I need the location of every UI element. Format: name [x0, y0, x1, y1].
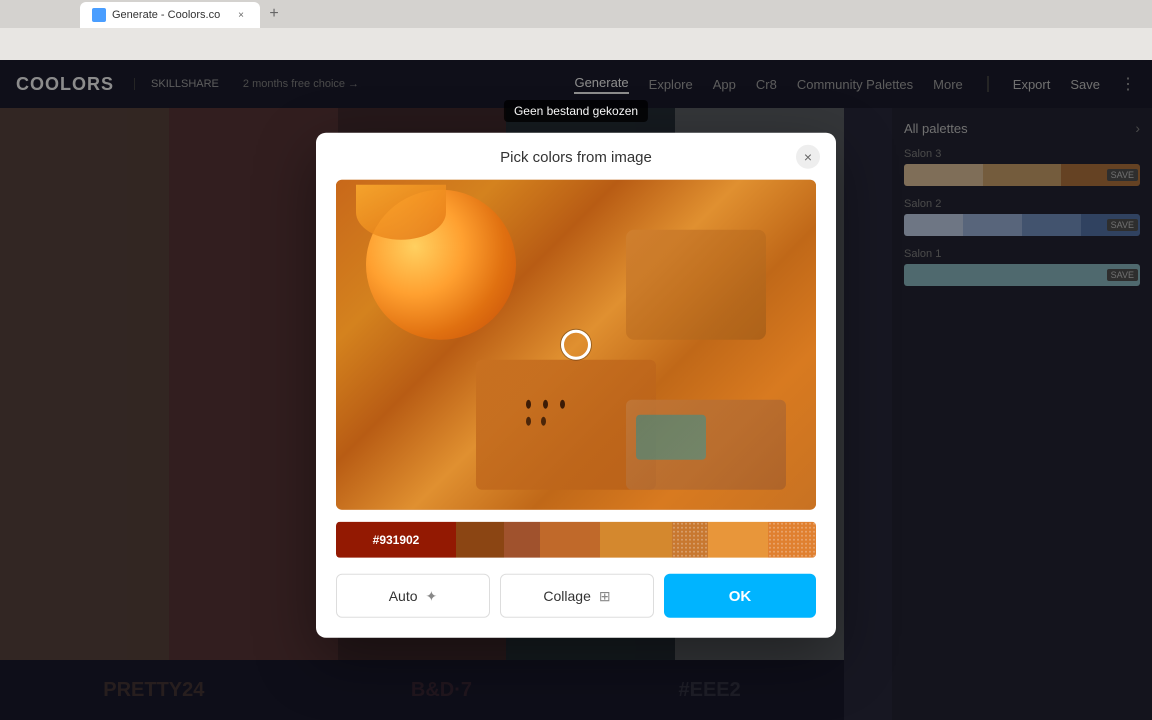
image-container[interactable]	[336, 180, 816, 510]
color-segment-5[interactable]	[600, 522, 672, 558]
teal-accent	[636, 415, 706, 460]
modal-close-button[interactable]: ×	[796, 144, 820, 168]
collage-button[interactable]: Collage ⊞	[500, 574, 654, 618]
tab-favicon	[92, 8, 106, 22]
color-segment-3[interactable]	[504, 522, 540, 558]
auto-label: Auto	[389, 588, 418, 604]
color-bar[interactable]: #931902	[336, 522, 816, 558]
color-segment-8[interactable]	[768, 522, 816, 558]
orange-slice-2	[356, 185, 446, 240]
color-segment-2[interactable]	[456, 522, 504, 558]
color-segment-4[interactable]	[540, 522, 600, 558]
tooltip: Geen bestand gekozen	[504, 100, 648, 122]
tab-title: Generate - Coolors.co	[112, 9, 228, 21]
food-piece-1	[626, 230, 766, 340]
color-segment-1[interactable]: #931902	[336, 522, 456, 558]
active-tab[interactable]: Generate - Coolors.co ×	[80, 2, 260, 28]
color-segment-6[interactable]	[672, 522, 708, 558]
modal-title: Pick colors from image	[500, 149, 652, 166]
auto-button[interactable]: Auto ✦	[336, 574, 490, 618]
collage-label: Collage	[543, 588, 590, 604]
ok-label: OK	[729, 587, 752, 604]
seeds-area	[526, 400, 565, 426]
color-segment-7[interactable]	[708, 522, 768, 558]
modal-header: Pick colors from image ×	[316, 133, 836, 180]
collage-grid-icon: ⊞	[599, 587, 611, 604]
new-tab-button[interactable]: +	[260, 0, 288, 28]
color-picker-cursor[interactable]	[561, 330, 591, 360]
sparkle-icon: ✦	[426, 587, 438, 604]
tab-bar: Generate - Coolors.co × +	[0, 0, 1152, 28]
modal-buttons: Auto ✦ Collage ⊞ OK	[336, 574, 816, 618]
ok-button[interactable]: OK	[664, 574, 816, 618]
modal-pick-colors: Pick colors from image × #931	[316, 133, 836, 638]
tab-close-button[interactable]: ×	[234, 8, 248, 22]
